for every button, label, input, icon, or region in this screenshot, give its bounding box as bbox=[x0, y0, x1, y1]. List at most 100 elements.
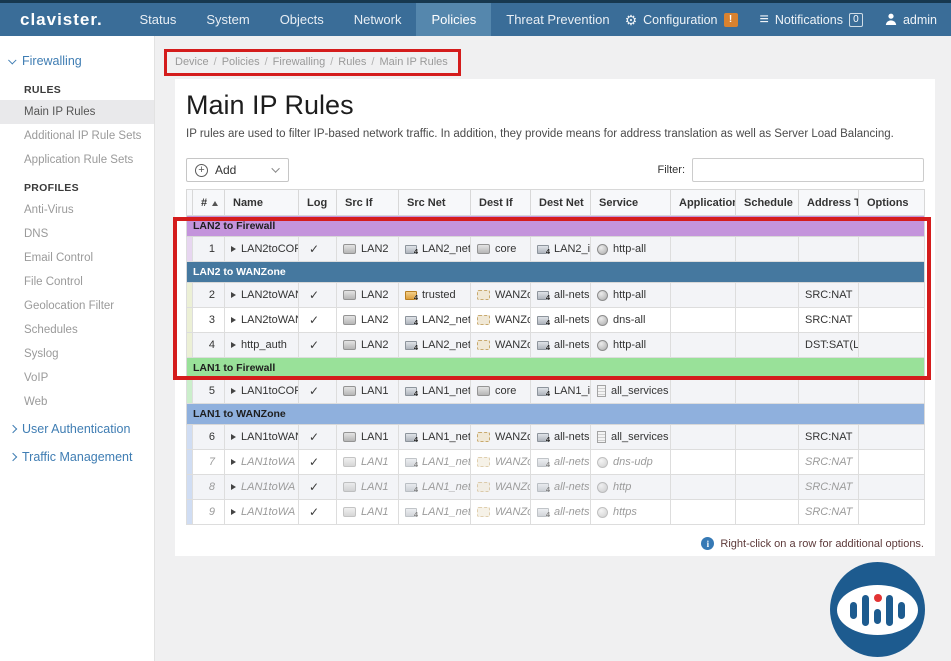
sidebar-group-user-authentication[interactable]: User Authentication bbox=[0, 416, 154, 442]
breadcrumb-item-main-ip-rules[interactable]: Main IP Rules bbox=[379, 56, 447, 68]
expand-arrow-icon[interactable] bbox=[231, 509, 236, 515]
column-header-name[interactable]: Name bbox=[225, 190, 299, 216]
service-cell: http-all bbox=[591, 283, 671, 308]
sidebar-item-geolocation-filter[interactable]: Geolocation Filter bbox=[0, 294, 154, 318]
dest-if-cell: core bbox=[471, 379, 531, 404]
expand-arrow-icon[interactable] bbox=[231, 317, 236, 323]
log-cell: ✓ bbox=[299, 333, 337, 358]
src-net-cell: LAN2_net bbox=[399, 333, 471, 358]
options-cell bbox=[859, 333, 925, 358]
nav-item-policies[interactable]: Policies bbox=[416, 3, 491, 36]
rule-name-cell[interactable]: LAN1toWA bbox=[225, 500, 299, 525]
group-header-label: LAN2 to Firewall bbox=[187, 216, 925, 237]
rule-name-cell[interactable]: LAN2toCOR bbox=[225, 237, 299, 262]
nav-item-status[interactable]: Status bbox=[124, 3, 191, 36]
sidebar-item-anti-virus[interactable]: Anti-Virus bbox=[0, 198, 154, 222]
rule-name-cell[interactable]: LAN1toWA bbox=[225, 475, 299, 500]
column-header-service[interactable]: Service bbox=[591, 190, 671, 216]
sidebar-item-main-ip-rules[interactable]: Main IP Rules bbox=[0, 100, 154, 124]
rule-row-2[interactable]: 2LAN2toWAN✓LAN2trustedWANZoneall-netshtt… bbox=[187, 283, 925, 308]
rule-row-4[interactable]: 4http_auth✓LAN2LAN2_netWANZoneall-netsht… bbox=[187, 333, 925, 358]
application-cell bbox=[671, 333, 736, 358]
schedule-cell bbox=[736, 475, 799, 500]
nav-item-threat-prevention[interactable]: Threat Prevention bbox=[491, 3, 624, 36]
configuration-button[interactable]: ⚙ Configuration ! bbox=[625, 13, 738, 27]
net4-icon bbox=[537, 341, 549, 350]
notifications-button[interactable]: ≡ Notifications 0 bbox=[760, 12, 863, 28]
breadcrumb-separator: / bbox=[265, 56, 268, 68]
breadcrumb-item-device[interactable]: Device bbox=[175, 56, 209, 68]
dest-net-cell: all-nets bbox=[531, 475, 591, 500]
column-header-options[interactable]: Options bbox=[859, 190, 925, 216]
rule-row-7[interactable]: 7LAN1toWA✓LAN1LAN1_netWANZoneall-netsdns… bbox=[187, 450, 925, 475]
column-header-[interactable]: # bbox=[193, 190, 225, 216]
sidebar-item-file-control[interactable]: File Control bbox=[0, 270, 154, 294]
breadcrumb-item-rules[interactable]: Rules bbox=[338, 56, 366, 68]
rule-row-9[interactable]: 9LAN1toWA✓LAN1LAN1_netWANZoneall-netshtt… bbox=[187, 500, 925, 525]
service-icon bbox=[597, 315, 608, 326]
rule-row-6[interactable]: 6LAN1toWAN✓LAN1LAN1_netWANZoneall-netsal… bbox=[187, 425, 925, 450]
sidebar-item-syslog[interactable]: Syslog bbox=[0, 342, 154, 366]
rule-name-cell[interactable]: LAN1toWA bbox=[225, 450, 299, 475]
gear-icon: ⚙ bbox=[625, 13, 638, 27]
nav-item-network[interactable]: Network bbox=[339, 3, 417, 36]
clavister-logo: clavister. bbox=[0, 3, 124, 36]
sidebar-item-email-control[interactable]: Email Control bbox=[0, 246, 154, 270]
column-header-dest-if[interactable]: Dest If bbox=[471, 190, 531, 216]
sidebar-item-voip[interactable]: VoIP bbox=[0, 366, 154, 390]
sidebar-item-application-rule-sets[interactable]: Application Rule Sets bbox=[0, 148, 154, 172]
service-cell: all_services bbox=[591, 425, 671, 450]
rule-name-cell[interactable]: LAN1toCOR bbox=[225, 379, 299, 404]
expand-arrow-icon[interactable] bbox=[231, 434, 236, 440]
sidebar-group-traffic-management[interactable]: Traffic Management bbox=[0, 444, 154, 470]
src-if-label: LAN2 bbox=[361, 243, 389, 255]
rule-name-cell[interactable]: LAN1toWAN bbox=[225, 425, 299, 450]
interface-icon bbox=[343, 482, 356, 492]
breadcrumb-item-policies[interactable]: Policies bbox=[222, 56, 260, 68]
rule-row-5[interactable]: 5LAN1toCOR✓LAN1LAN1_netcoreLAN1_ipall_se… bbox=[187, 379, 925, 404]
rule-row-1[interactable]: 1LAN2toCOR✓LAN2LAN2_netcoreLAN2_iphttp-a… bbox=[187, 237, 925, 262]
sidebar-item-schedules[interactable]: Schedules bbox=[0, 318, 154, 342]
rule-row-8[interactable]: 8LAN1toWA✓LAN1LAN1_netWANZoneall-netshtt… bbox=[187, 475, 925, 500]
expand-arrow-icon[interactable] bbox=[231, 459, 236, 465]
rule-name-cell[interactable]: http_auth bbox=[225, 333, 299, 358]
column-header-log[interactable]: Log bbox=[299, 190, 337, 216]
column-header-address-tr[interactable]: Address Tr... bbox=[799, 190, 859, 216]
checkmark-icon: ✓ bbox=[305, 288, 319, 302]
logo-red-dot bbox=[874, 594, 882, 602]
sidebar-item-web[interactable]: Web bbox=[0, 390, 154, 414]
column-header-dest-net[interactable]: Dest Net bbox=[531, 190, 591, 216]
column-header-application[interactable]: Application.. bbox=[671, 190, 736, 216]
service-label: http-all bbox=[613, 289, 646, 301]
net4-icon bbox=[405, 387, 417, 396]
service-icon bbox=[597, 457, 608, 468]
expand-arrow-icon[interactable] bbox=[231, 292, 236, 298]
expand-arrow-icon[interactable] bbox=[231, 388, 236, 394]
expand-arrow-icon[interactable] bbox=[231, 484, 236, 490]
log-cell: ✓ bbox=[299, 500, 337, 525]
breadcrumb-item-firewalling[interactable]: Firewalling bbox=[273, 56, 326, 68]
rule-index: 4 bbox=[193, 333, 225, 358]
address-tr-cell: DST:SAT(LA... bbox=[799, 333, 859, 358]
rule-name-cell[interactable]: LAN2toWAN bbox=[225, 283, 299, 308]
rule-row-3[interactable]: 3LAN2toWAN✓LAN2LAN2_netWANZoneall-netsdn… bbox=[187, 308, 925, 333]
checkmark-icon: ✓ bbox=[305, 505, 319, 519]
rule-name-cell[interactable]: LAN2toWAN bbox=[225, 308, 299, 333]
add-button[interactable]: + Add bbox=[186, 158, 289, 182]
filter-input[interactable] bbox=[692, 158, 924, 182]
sidebar-item-dns[interactable]: DNS bbox=[0, 222, 154, 246]
configuration-alert-badge: ! bbox=[724, 13, 738, 27]
expand-arrow-icon[interactable] bbox=[231, 342, 236, 348]
column-header-src-net[interactable]: Src Net bbox=[399, 190, 471, 216]
expand-arrow-icon[interactable] bbox=[231, 246, 236, 252]
sidebar-item-additional-ip-rule-sets[interactable]: Additional IP Rule Sets bbox=[0, 124, 154, 148]
column-header-src-if[interactable]: Src If bbox=[337, 190, 399, 216]
user-menu[interactable]: admin bbox=[885, 13, 937, 27]
log-cell: ✓ bbox=[299, 450, 337, 475]
column-header-schedule[interactable]: Schedule bbox=[736, 190, 799, 216]
service-label: http-all bbox=[613, 243, 646, 255]
nav-item-system[interactable]: System bbox=[191, 3, 264, 36]
sidebar-group-firewalling[interactable]: Firewalling bbox=[0, 48, 154, 74]
nav-item-objects[interactable]: Objects bbox=[265, 3, 339, 36]
net4-icon bbox=[537, 387, 549, 396]
